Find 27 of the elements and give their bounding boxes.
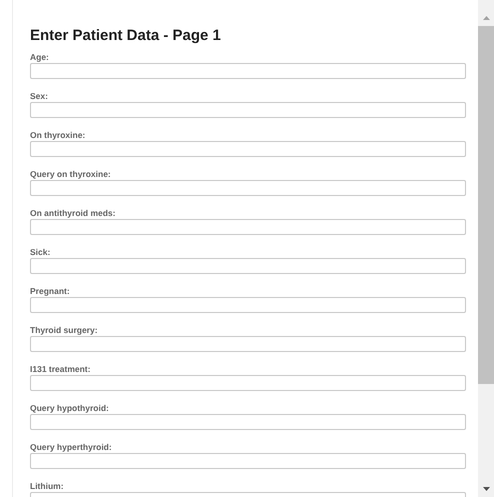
- scrollbar-thumb[interactable]: [478, 26, 494, 384]
- input-field[interactable]: [30, 219, 466, 235]
- field-label: I131 treatment:: [30, 363, 92, 375]
- field-label: Query hyperthyroid:: [30, 441, 113, 453]
- field-label: Sex:: [30, 90, 49, 102]
- input-field[interactable]: [30, 63, 466, 79]
- field-label: Lithium:: [30, 480, 65, 492]
- field-label: Pregnant:: [30, 285, 71, 297]
- input-field[interactable]: [30, 375, 466, 391]
- field-label: Thyroid surgery:: [30, 324, 99, 336]
- scroll-up-icon[interactable]: [482, 16, 490, 20]
- field-label: On antithyroid meds:: [30, 207, 116, 219]
- input-field[interactable]: [30, 336, 466, 352]
- input-field[interactable]: [30, 414, 466, 430]
- input-field[interactable]: [30, 297, 466, 313]
- input-field[interactable]: [30, 258, 466, 274]
- field-label: On thyroxine:: [30, 129, 86, 141]
- field-label: Query hypothyroid:: [30, 402, 110, 414]
- form-title: Enter Patient Data - Page 1: [30, 27, 222, 45]
- scroll-down-icon[interactable]: [482, 487, 490, 491]
- input-field[interactable]: [30, 180, 466, 196]
- field-label: Age:: [30, 51, 50, 63]
- input-field[interactable]: [30, 102, 466, 118]
- input-field[interactable]: [30, 453, 466, 469]
- field-label: Sick:: [30, 246, 52, 258]
- field-label: Query on thyroxine:: [30, 168, 112, 180]
- input-field[interactable]: [30, 141, 466, 157]
